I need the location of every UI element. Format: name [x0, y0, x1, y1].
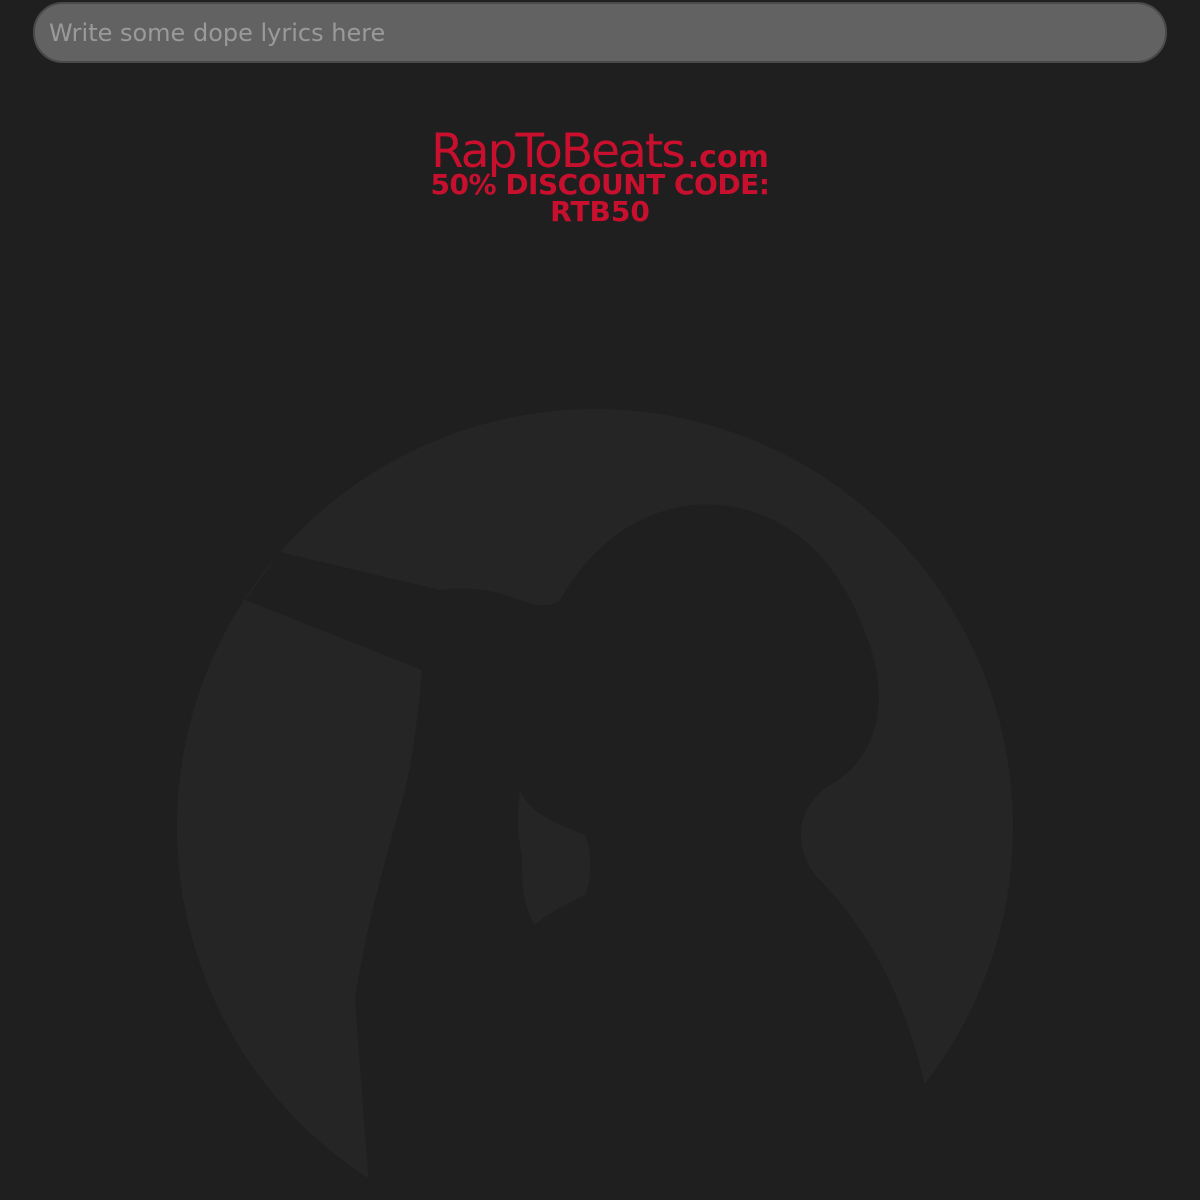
promo-banner[interactable]: RapToBeats .com 50% DISCOUNT CODE: RTB50 [380, 128, 820, 226]
discount-text: 50% DISCOUNT CODE: [430, 168, 770, 201]
lyrics-input[interactable] [33, 2, 1167, 63]
discount-code: RTB50 [550, 195, 650, 228]
page: RapToBeats.com 50% DISCOUNT CODE: RTB50 [0, 0, 1200, 1200]
